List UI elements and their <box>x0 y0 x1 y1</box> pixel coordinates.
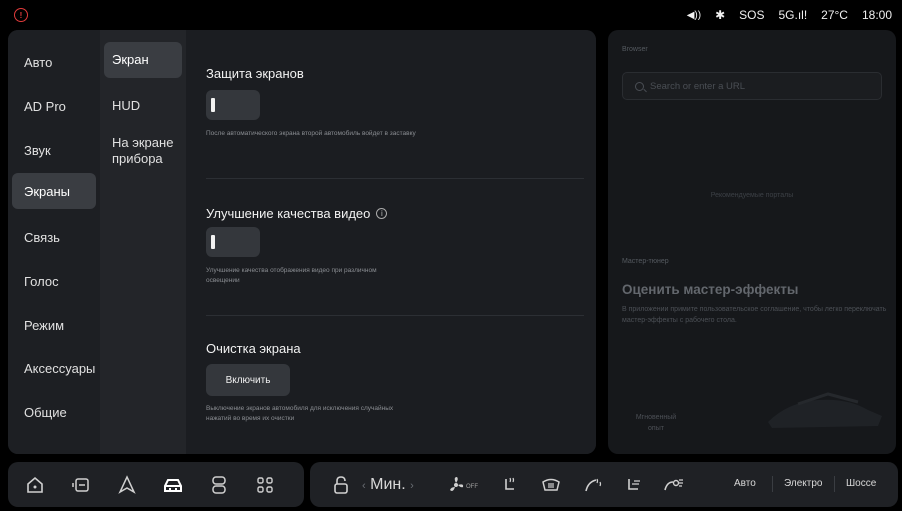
screensaver-title: Защита экранов <box>206 66 304 81</box>
screen-clean-title: Очистка экрана <box>206 341 301 356</box>
subcategory-item-screen[interactable]: Экран <box>104 42 182 78</box>
air-flow-icon[interactable] <box>660 474 686 496</box>
video-enhance-description: Улучшение качества отображения видео при… <box>206 267 377 284</box>
screensaver-description: После автоматического экрана второй авто… <box>206 130 416 137</box>
home-icon[interactable] <box>24 474 46 496</box>
category-item-sound[interactable]: Звук <box>12 132 96 168</box>
drive-mode-highway[interactable]: Шоссе <box>846 478 876 489</box>
tuner-label: Мастер-тюнер <box>622 258 669 265</box>
clock: 18:00 <box>861 8 892 22</box>
drive-mode-auto[interactable]: Авто <box>734 478 756 489</box>
toggle-knob <box>211 98 215 112</box>
windshield-defrost-icon[interactable] <box>540 474 562 496</box>
settings-panel: Авто AD Pro Звук Экраны Связь Голос Режи… <box>8 30 596 454</box>
brake-warning-icon: ! <box>14 8 28 22</box>
screen-clean-description: Выключение экранов автомобиля для исключ… <box>206 405 394 422</box>
instant-experience-label[interactable]: Мгновенный опыт <box>634 412 678 434</box>
url-placeholder: Search or enter a URL <box>650 80 746 92</box>
section-divider <box>206 178 584 179</box>
category-item-voice[interactable]: Голос <box>12 263 96 299</box>
subcategory-item-hud[interactable]: HUD <box>104 88 182 124</box>
apps-grid-icon[interactable] <box>254 474 276 496</box>
video-enhance-title-text: Улучшение качества видео <box>206 206 371 221</box>
steering-heat-icon[interactable] <box>582 474 604 496</box>
category-item-accessories[interactable]: Аксессуары <box>12 350 96 386</box>
temp-increase-icon[interactable]: › <box>410 480 414 492</box>
signal-icon: .ıl! <box>794 8 808 22</box>
settings-content: Защита экранов После автоматического экр… <box>186 30 596 454</box>
browser-label: Browser <box>622 46 648 53</box>
subcategory-item-instrument[interactable]: На экране прибора <box>104 132 178 170</box>
bluetooth-icon: ✱ <box>715 8 726 22</box>
search-icon <box>635 81 644 91</box>
tuner-title[interactable]: Оценить мастер-эффекты <box>622 282 798 297</box>
subcategory-list: Экран HUD На экране прибора <box>100 30 186 454</box>
seat-ventilation-icon[interactable] <box>622 474 644 496</box>
tuner-description: В приложении примите пользовательское со… <box>622 306 887 324</box>
mode-separator <box>834 476 835 492</box>
seat-heating-icon[interactable] <box>498 474 520 496</box>
lock-icon[interactable] <box>330 474 352 496</box>
temperature-value: Мин. <box>370 476 406 493</box>
navigation-icon[interactable] <box>116 474 138 496</box>
network-label: 5G.ıl! <box>778 8 808 22</box>
category-item-ad-pro[interactable]: AD Pro <box>12 88 96 124</box>
category-item-auto[interactable]: Авто <box>12 44 96 80</box>
fan-off-label: OFF <box>466 484 478 490</box>
dock-climate: ‹ Мин. › OFF Авто Электро Шоссе <box>310 462 898 507</box>
status-bar: ! ◀)) ✱ SOS 5G.ıl! 27°C 18:00 <box>0 0 902 30</box>
video-enhance-toggle[interactable] <box>206 227 260 257</box>
url-search-input[interactable]: Search or enter a URL <box>622 72 882 100</box>
category-item-screens[interactable]: Экраны <box>12 173 96 209</box>
vehicle-icon[interactable] <box>162 474 184 496</box>
status-indicators: ◀)) ✱ SOS 5G.ıl! 27°C 18:00 <box>687 0 892 30</box>
dock-left <box>8 462 304 507</box>
volume-icon[interactable]: ◀)) <box>687 10 701 21</box>
right-widget-panel: Browser Search or enter a URL Рекомендуе… <box>608 30 896 454</box>
video-enhance-title: Улучшение качества видео i <box>206 206 388 221</box>
temperature-control[interactable]: ‹ Мин. › <box>362 476 414 494</box>
sos-label[interactable]: SOS <box>739 8 764 22</box>
mode-separator <box>772 476 773 492</box>
drive-mode-electric[interactable]: Электро <box>784 478 822 489</box>
fan-icon[interactable]: OFF <box>446 474 480 496</box>
category-list: Авто AD Pro Звук Экраны Связь Голос Режи… <box>8 30 100 454</box>
screensaver-toggle[interactable] <box>206 90 260 120</box>
info-icon[interactable]: i <box>376 208 388 219</box>
driver-display-icon[interactable] <box>70 474 92 496</box>
category-item-general[interactable]: Общие <box>12 394 96 430</box>
recommended-portals: Рекомендуемые порталы <box>710 192 794 199</box>
category-item-mode[interactable]: Режим <box>12 307 96 343</box>
category-item-connection[interactable]: Связь <box>12 219 96 255</box>
section-divider <box>206 315 584 316</box>
seat-stack-icon[interactable] <box>208 474 230 496</box>
screen-clean-enable-button[interactable]: Включить <box>206 364 290 396</box>
toggle-knob <box>211 235 215 249</box>
temp-decrease-icon[interactable]: ‹ <box>362 480 366 492</box>
temperature-label: 27°C <box>821 8 848 22</box>
car-silhouette-icon <box>768 392 882 428</box>
